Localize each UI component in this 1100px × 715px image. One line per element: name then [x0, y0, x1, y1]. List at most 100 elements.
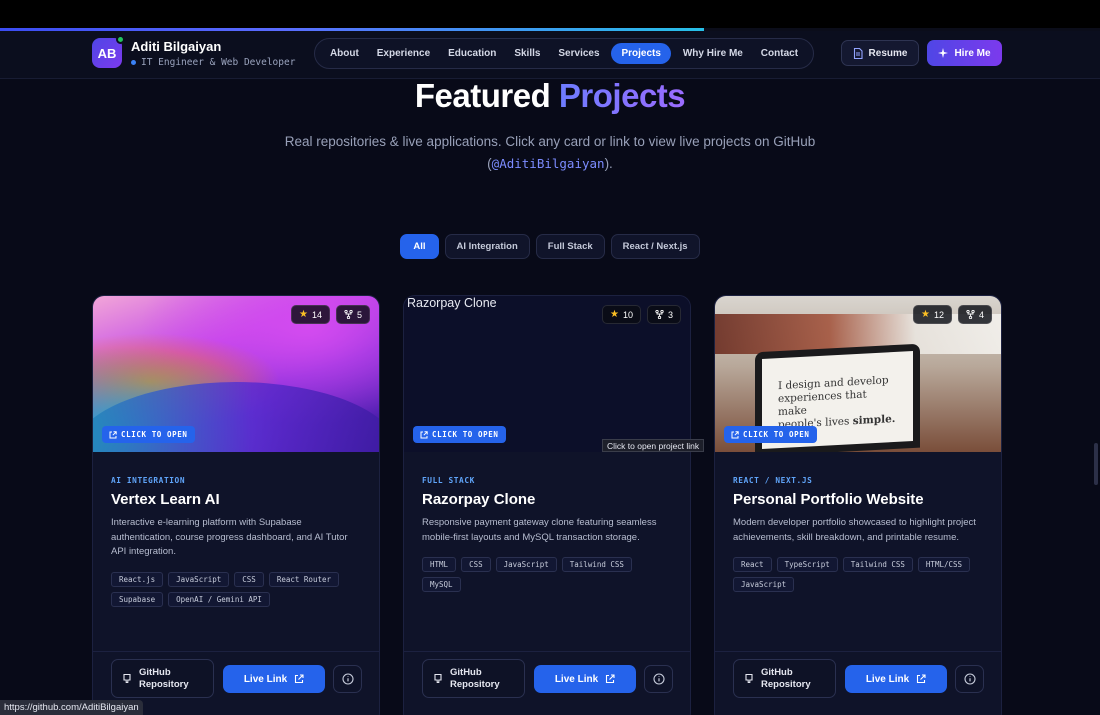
project-card-vertex-learn-ai[interactable]: ★ 14 5 CLICK TO OPEN AI INTEGRATION Verte… [92, 295, 380, 715]
card-footer: GitHub Repository Live Link [715, 651, 1001, 715]
github-label-line1: GitHub [761, 666, 793, 678]
project-image[interactable]: I design and develop experiences that ma… [715, 296, 1001, 452]
role-dot-icon [131, 59, 136, 65]
project-title: Personal Portfolio Website [733, 491, 924, 508]
nav-item-why-hire-me[interactable]: Why Hire Me [677, 43, 749, 64]
hire-me-label: Hire Me [954, 47, 991, 59]
section-title-plain: Featured [414, 77, 551, 114]
browser-top-bar [0, 0, 1100, 28]
info-button[interactable] [333, 665, 362, 693]
live-link-label: Live Link [865, 673, 910, 685]
brand-role: IT Engineer & Web Developer [131, 57, 295, 68]
click-to-open-badge[interactable]: CLICK TO OPEN [413, 426, 506, 443]
click-to-open-label: CLICK TO OPEN [743, 430, 810, 439]
tech-tag: JavaScript [168, 571, 230, 587]
github-label-line1: GitHub [139, 666, 171, 678]
sparkle-icon [938, 48, 949, 58]
external-link-icon [109, 430, 117, 438]
link-tooltip: Click to open project link [602, 439, 705, 452]
github-repository-button[interactable]: GitHub Repository [111, 659, 214, 698]
project-description: Interactive e-learning platform with Sup… [111, 517, 348, 557]
project-card-razorpay-clone[interactable]: Razorpay Clone ★ 10 3 CLICK TO OPEN FULL … [403, 295, 691, 715]
stars-count: 14 [311, 309, 322, 320]
info-button[interactable] [644, 665, 673, 693]
nav-item-projects[interactable]: Projects [611, 43, 671, 64]
info-button[interactable] [955, 665, 984, 693]
resume-label: Resume [868, 47, 908, 59]
github-icon [745, 673, 753, 684]
resume-button[interactable]: Resume [841, 40, 919, 66]
nav-item-about[interactable]: About [324, 43, 365, 64]
forks-count: 3 [667, 309, 673, 320]
hire-me-button[interactable]: Hire Me [927, 40, 1002, 66]
tech-tag: CSS [461, 557, 491, 572]
star-icon: ★ [610, 309, 619, 320]
github-handle-link[interactable]: @AditiBilgaiyan [492, 156, 605, 171]
tech-tag: JavaScript [733, 577, 795, 592]
github-repository-button[interactable]: GitHub Repository [733, 659, 836, 698]
brand-name: Aditi Bilgaiyan [131, 38, 222, 54]
live-link-button[interactable]: Live Link [845, 665, 947, 693]
fork-icon [966, 310, 975, 319]
live-link-button[interactable]: Live Link [534, 665, 636, 693]
github-label-line2: Repository [761, 678, 811, 690]
tech-tag: CSS [234, 571, 264, 587]
scrollbar-thumb[interactable] [1094, 443, 1098, 485]
live-link-label: Live Link [243, 673, 288, 685]
fork-icon [655, 310, 664, 319]
project-image[interactable]: Razorpay Clone ★ 10 3 CLICK TO OPEN [404, 296, 690, 452]
nav-item-experience[interactable]: Experience [371, 43, 436, 64]
brand[interactable]: AB Aditi Bilgaiyan IT Engineer & Web Dev… [92, 35, 295, 68]
github-repository-button[interactable]: GitHub Repository [422, 659, 525, 698]
forks-badge: 5 [335, 305, 370, 324]
external-link-icon [420, 430, 428, 438]
project-title: Vertex Learn AI [111, 491, 220, 508]
tech-tag: Supabase [111, 591, 164, 607]
github-label-line1: GitHub [450, 666, 482, 678]
project-card-personal-portfolio[interactable]: I design and develop experiences that ma… [714, 295, 1002, 715]
tech-tags: React TypeScript Tailwind CSS HTML/CSS J… [733, 557, 985, 592]
forks-badge: 4 [957, 305, 992, 324]
tech-tag: React [733, 557, 772, 572]
filter-react-nextjs[interactable]: React / Next.js [610, 234, 700, 259]
click-to-open-badge[interactable]: CLICK TO OPEN [102, 426, 195, 443]
nav-item-services[interactable]: Services [552, 43, 605, 64]
status-bar-url: https://github.com/AditiBilgaiyan [0, 700, 143, 715]
tech-tag: JavaScript [495, 557, 557, 572]
stars-count: 10 [622, 309, 633, 320]
repo-stats: ★ 12 4 [913, 305, 992, 324]
repo-stats: ★ 10 3 [602, 305, 681, 324]
section-subtitle: Real repositories & live applications. C… [250, 131, 850, 175]
star-icon: ★ [299, 309, 308, 320]
github-icon [434, 673, 442, 684]
stars-badge: ★ 10 [602, 305, 641, 324]
forks-count: 5 [356, 309, 362, 320]
tech-tag: OpenAI / Gemini API [168, 591, 270, 607]
tech-tag: Tailwind CSS [842, 557, 913, 572]
avatar-initials: AB [97, 45, 117, 61]
tech-tag: HTML [422, 557, 457, 572]
filter-ai-integration[interactable]: AI Integration [444, 234, 530, 259]
online-status-dot [116, 35, 125, 44]
image-alt-text: Razorpay Clone [407, 296, 497, 310]
project-image[interactable]: ★ 14 5 CLICK TO OPEN [93, 296, 379, 452]
avatar: AB [92, 35, 125, 68]
tech-tags: HTML CSS JavaScript Tailwind CSS MySQL [422, 557, 674, 592]
click-to-open-badge[interactable]: CLICK TO OPEN [724, 426, 817, 443]
nav-item-contact[interactable]: Contact [755, 43, 804, 64]
nav-item-skills[interactable]: Skills [508, 43, 546, 64]
external-link-icon [731, 430, 739, 438]
tech-tags: React.js JavaScript CSS React Router Sup… [111, 571, 363, 607]
forks-count: 4 [978, 309, 984, 320]
tech-tag: React.js [111, 571, 164, 587]
stars-badge: ★ 12 [913, 305, 952, 324]
live-link-button[interactable]: Live Link [223, 665, 325, 693]
subtitle-end: ). [604, 156, 613, 171]
star-icon: ★ [921, 309, 930, 320]
filter-all[interactable]: All [400, 234, 439, 259]
project-category: FULL STACK [422, 476, 475, 485]
nav-item-education[interactable]: Education [442, 43, 502, 64]
project-description: Modern developer portfolio showcased to … [733, 517, 976, 543]
filter-full-stack[interactable]: Full Stack [535, 234, 605, 259]
document-icon [853, 47, 863, 59]
